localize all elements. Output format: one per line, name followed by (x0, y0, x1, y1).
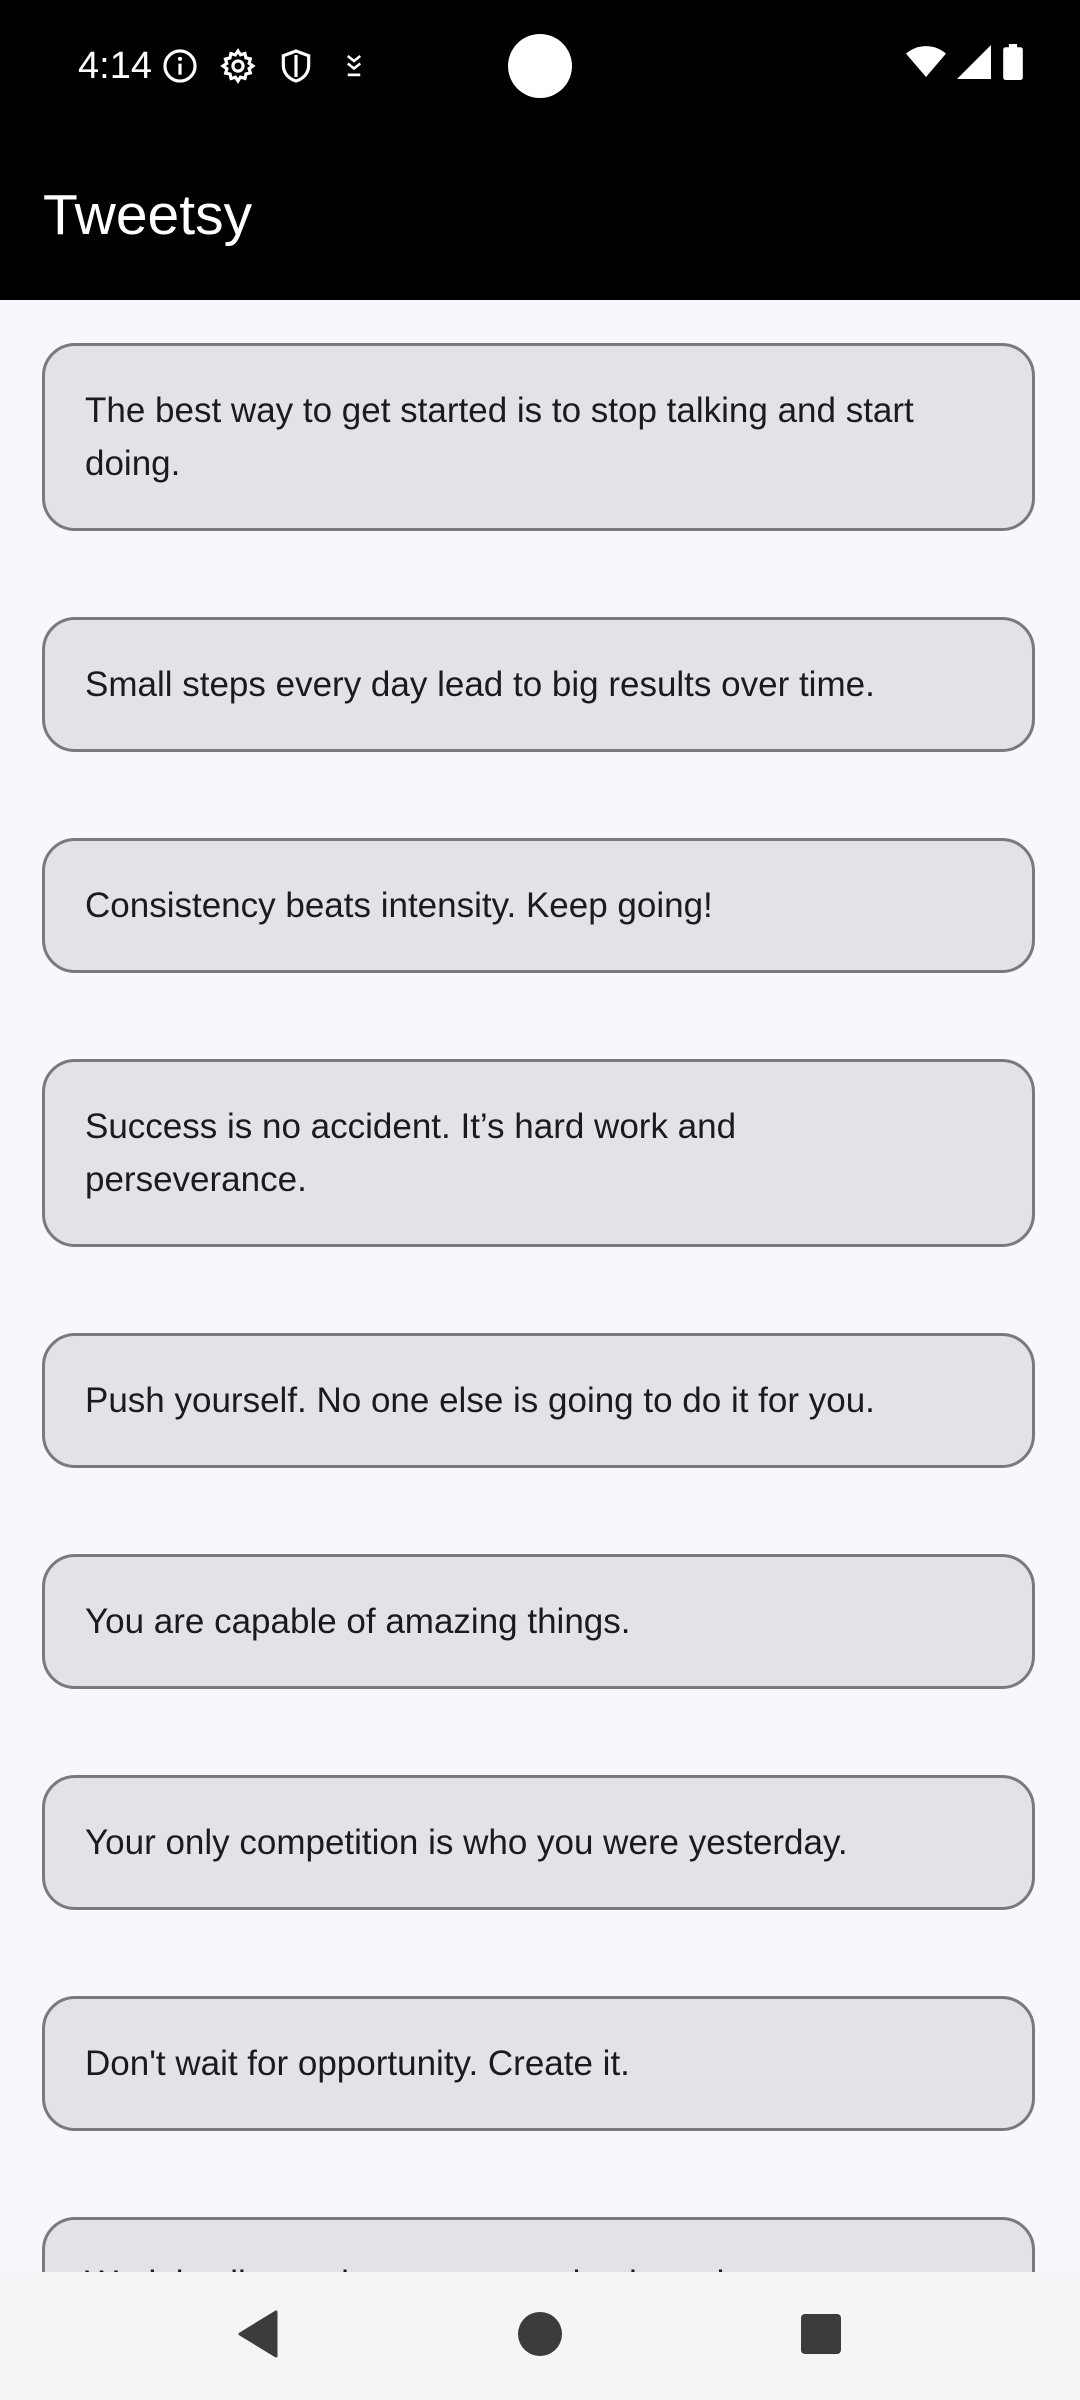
quote-text: Success is no accident. It’s hard work a… (85, 1107, 737, 1199)
status-bar: 4:14 (0, 0, 1080, 133)
navigation-bar (0, 2272, 1080, 2400)
quote-text: Your only competition is who you were ye… (85, 1823, 848, 1862)
quote-card[interactable]: Consistency beats intensity. Keep going! (42, 838, 1035, 973)
wifi-icon (906, 45, 946, 84)
signal-icon (956, 45, 992, 84)
quote-card[interactable]: You are capable of amazing things. (42, 1554, 1035, 1689)
camera-cutout (508, 34, 572, 98)
quote-text: The best way to get started is to stop t… (85, 391, 914, 483)
quote-card[interactable]: Don't wait for opportunity. Create it. (42, 1996, 1035, 2131)
quote-card[interactable]: Work in silence, let success make the no… (42, 2217, 1035, 2272)
back-button[interactable] (218, 2296, 298, 2376)
status-time: 4:14 (78, 45, 152, 87)
info-icon (158, 44, 202, 88)
quote-card[interactable]: The best way to get started is to stop t… (42, 343, 1035, 531)
quote-card[interactable]: Push yourself. No one else is going to d… (42, 1333, 1035, 1468)
quote-text: Small steps every day lead to big result… (85, 665, 875, 704)
quote-text: Consistency beats intensity. Keep going! (85, 886, 713, 925)
app-title: Tweetsy (43, 183, 253, 247)
home-icon (518, 2311, 562, 2361)
recents-icon (801, 2313, 841, 2359)
status-icons-left (158, 44, 376, 88)
quote-card[interactable]: Success is no accident. It’s hard work a… (42, 1059, 1035, 1247)
quote-card[interactable]: Small steps every day lead to big result… (42, 617, 1035, 752)
download-icon (332, 44, 376, 88)
recents-button[interactable] (781, 2296, 861, 2376)
settings-icon (216, 44, 260, 88)
quote-text: Don't wait for opportunity. Create it. (85, 2044, 630, 2083)
shield-icon (274, 44, 318, 88)
quote-card[interactable]: Your only competition is who you were ye… (42, 1775, 1035, 1910)
quote-text: You are capable of amazing things. (85, 1602, 631, 1641)
battery-icon (1002, 44, 1024, 85)
home-button[interactable] (500, 2296, 580, 2376)
quote-text: Push yourself. No one else is going to d… (85, 1381, 875, 1420)
quote-list[interactable]: The best way to get started is to stop t… (0, 300, 1080, 2272)
quote-text: Work in silence, let success make the no… (85, 2257, 771, 2272)
status-icons-right (906, 44, 1024, 85)
back-icon (236, 2310, 280, 2363)
